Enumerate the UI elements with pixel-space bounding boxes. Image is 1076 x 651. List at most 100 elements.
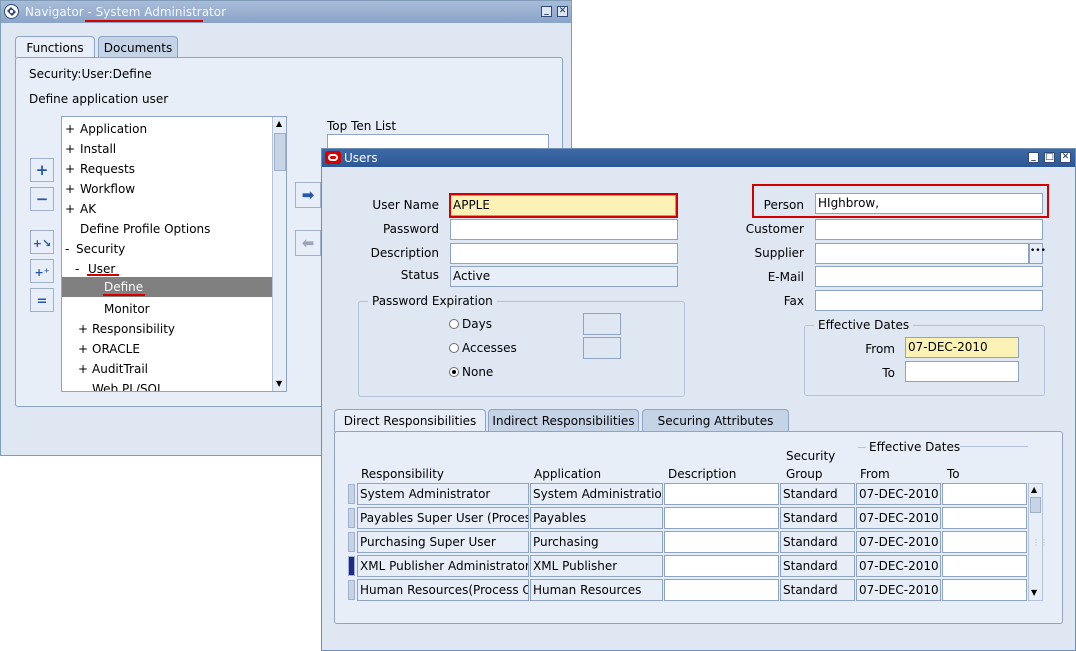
days-field <box>583 313 621 335</box>
tab-indirect-responsibilities[interactable]: Indirect Responsibilities <box>488 409 639 432</box>
person-field[interactable]: HIghbrow, <box>815 193 1043 214</box>
remove-from-top-ten-button[interactable]: ⬅ <box>295 230 321 256</box>
maximize-icon[interactable]: □ <box>1044 152 1055 163</box>
row-indicator[interactable] <box>348 508 355 528</box>
application-cell[interactable]: Human Resources <box>530 579 663 601</box>
supplier-field[interactable] <box>815 243 1029 264</box>
tree-item[interactable]: Monitor <box>62 299 272 319</box>
to-cell[interactable] <box>942 531 1027 553</box>
to-date-field[interactable] <box>905 361 1019 382</box>
add-to-top-ten-button[interactable]: ➡ <box>295 182 321 208</box>
lov-button[interactable]: ••• <box>1029 243 1046 264</box>
tree-item[interactable]: + Application <box>62 119 272 139</box>
application-cell[interactable]: Payables <box>530 507 663 529</box>
row-indicator[interactable] <box>348 532 355 552</box>
days-label: Days <box>462 317 492 331</box>
function-tree[interactable]: + Application + Install + Requests + Wor… <box>61 116 287 392</box>
description-cell[interactable] <box>664 483 779 505</box>
security-group-cell[interactable]: Standard <box>780 555 855 577</box>
description-field[interactable] <box>450 243 678 264</box>
none-radio[interactable] <box>449 367 459 377</box>
email-field[interactable] <box>815 266 1043 287</box>
description-cell[interactable] <box>664 507 779 529</box>
from-cell[interactable]: 07-DEC-2010 <box>856 555 941 577</box>
description-cell[interactable] <box>664 555 779 577</box>
from-label: From <box>865 342 895 356</box>
tree-scrollbar[interactable]: ▲ ▼ <box>272 117 286 391</box>
tab-functions[interactable]: Functions <box>15 36 95 58</box>
row-indicator-current[interactable] <box>348 556 355 576</box>
responsibility-cell[interactable]: Payables Super User (Process <box>357 507 529 529</box>
from-cell[interactable]: 07-DEC-2010 <box>856 579 941 601</box>
tree-item[interactable]: + Workflow <box>62 179 272 199</box>
security-group-cell[interactable]: Standard <box>780 483 855 505</box>
tab-direct-responsibilities[interactable]: Direct Responsibilities <box>334 409 486 432</box>
fax-field[interactable] <box>815 290 1043 311</box>
expand-button[interactable]: + <box>30 158 54 182</box>
scroll-up-icon[interactable]: ▲ <box>276 119 282 128</box>
responsibility-cell[interactable]: System Administrator <box>357 483 529 505</box>
minimize-icon[interactable]: _ <box>1028 152 1039 163</box>
scroll-down-icon[interactable]: ▼ <box>276 379 282 388</box>
to-cell[interactable] <box>942 507 1027 529</box>
description-cell[interactable] <box>664 579 779 601</box>
tree-item[interactable]: + Responsibility <box>62 319 272 339</box>
tab-securing-attributes[interactable]: Securing Attributes <box>642 409 789 432</box>
days-radio[interactable] <box>449 319 459 329</box>
responsibility-cell[interactable]: Purchasing Super User <box>357 531 529 553</box>
security-group-cell[interactable]: Standard <box>780 507 855 529</box>
tree-item[interactable]: - User <box>62 259 272 279</box>
from-cell[interactable]: 07-DEC-2010 <box>856 507 941 529</box>
tree-item[interactable]: - Security <box>62 239 272 259</box>
arrow-right-icon: ➡ <box>301 186 315 204</box>
close-icon[interactable]: ✕ <box>1060 152 1071 163</box>
tree-item-selected[interactable]: Define <box>62 277 272 297</box>
password-expiration-group <box>358 301 685 397</box>
responsibility-cell[interactable]: XML Publisher Administrator <box>357 555 529 577</box>
close-icon[interactable]: ✕ <box>557 6 568 17</box>
security-group-cell[interactable]: Standard <box>780 579 855 601</box>
grid-scrollbar[interactable]: ▲ ⋮⋮ ▼ <box>1028 483 1048 601</box>
scroll-down-icon[interactable]: ▼ <box>1031 588 1037 597</box>
description-cell[interactable] <box>664 531 779 553</box>
collapse-button[interactable]: − <box>30 187 54 211</box>
users-titlebar[interactable]: Users _ □ ✕ <box>322 149 1075 167</box>
scroll-up-icon[interactable]: ▲ <box>1031 485 1037 494</box>
minimize-icon[interactable]: _ <box>541 6 552 17</box>
collapse-all-button[interactable]: = <box>30 288 54 312</box>
from-cell[interactable]: 07-DEC-2010 <box>856 483 941 505</box>
header-divider <box>960 446 1028 447</box>
to-cell[interactable] <box>942 483 1027 505</box>
from-cell[interactable]: 07-DEC-2010 <box>856 531 941 553</box>
application-cell[interactable]: System Administration <box>530 483 663 505</box>
expand-branch-button[interactable]: +↘ <box>30 230 54 254</box>
tree-item[interactable]: Define Profile Options <box>62 219 272 239</box>
tree-item[interactable]: + AK <box>62 199 272 219</box>
row-indicator[interactable] <box>348 484 355 504</box>
tree-item[interactable]: + Requests <box>62 159 272 179</box>
responsibility-cell[interactable]: Human Resources(Process Ce <box>357 579 529 601</box>
application-cell[interactable]: XML Publisher <box>530 555 663 577</box>
to-cell[interactable] <box>942 555 1027 577</box>
security-group-cell[interactable]: Standard <box>780 531 855 553</box>
tree-item[interactable]: + ORACLE <box>62 339 272 359</box>
ellipsis-icon: ••• <box>1030 246 1046 256</box>
tree-item[interactable]: Web PL/SQL <box>62 379 272 391</box>
effective-dates-title: Effective Dates <box>814 318 914 332</box>
tree-item[interactable]: + AuditTrail <box>62 359 272 379</box>
password-field[interactable] <box>450 219 678 240</box>
tree-item[interactable]: + Install <box>62 139 272 159</box>
expand-all-button[interactable]: +⁺ <box>30 259 54 283</box>
customer-field[interactable] <box>815 219 1043 240</box>
accesses-radio[interactable] <box>449 343 459 353</box>
effective-dates-header: Effective Dates <box>869 440 961 454</box>
expand-branch-icon: +↘ <box>32 237 52 250</box>
tab-documents[interactable]: Documents <box>98 36 178 58</box>
to-cell[interactable] <box>942 579 1027 601</box>
application-cell[interactable]: Purchasing <box>530 531 663 553</box>
scrollbar-thumb[interactable] <box>274 133 286 171</box>
row-indicator[interactable] <box>348 580 355 600</box>
from-date-field[interactable]: 07-DEC-2010 <box>905 337 1019 358</box>
oracle-logo-icon <box>325 151 341 164</box>
scrollbar-thumb[interactable] <box>1030 497 1041 513</box>
